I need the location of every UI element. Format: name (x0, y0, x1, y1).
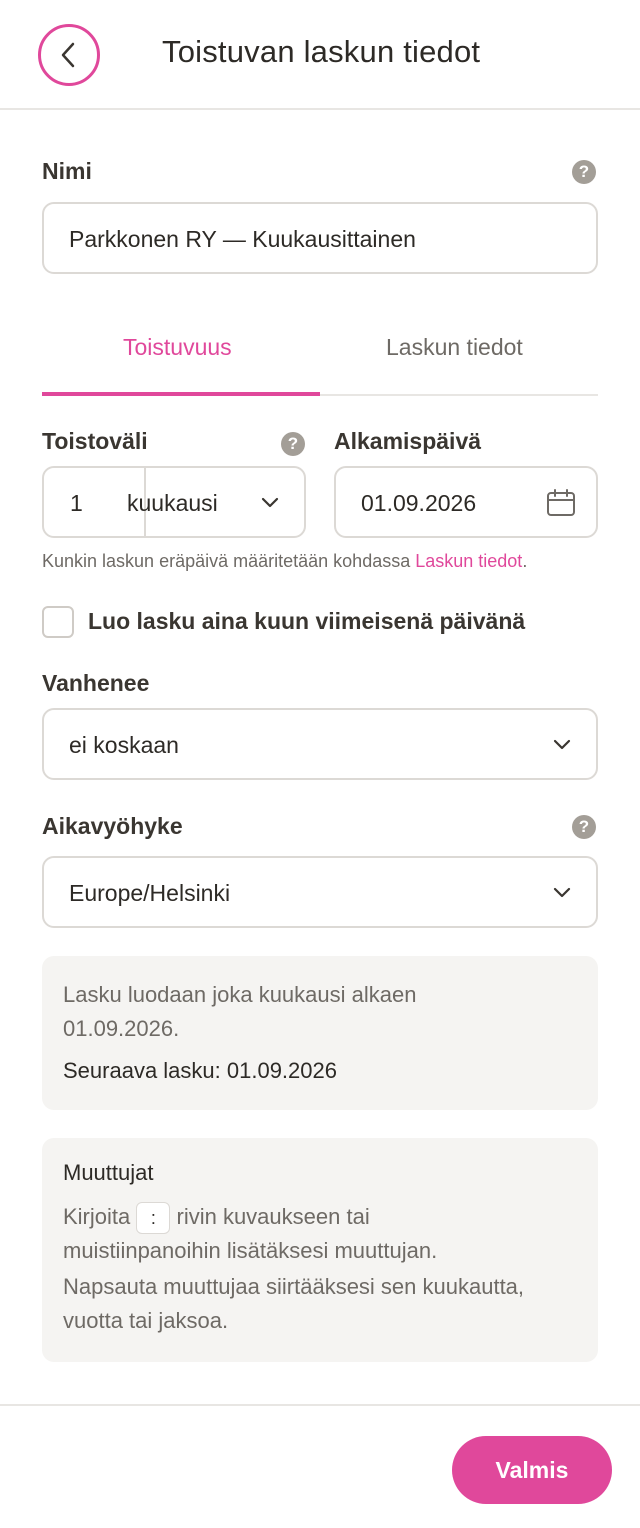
page-title: Toistuvan laskun tiedot (162, 34, 481, 69)
help-icon[interactable]: ? (572, 160, 596, 184)
timezone-value: Europe/Helsinki (69, 880, 231, 906)
back-button[interactable] (38, 24, 100, 86)
variables-line-1-pre: Kirjoita (63, 1204, 131, 1229)
start-date-label: Alkamispäivä (334, 428, 482, 454)
next-invoice-text: Seuraava lasku: 01.09.2026 (63, 1058, 337, 1083)
variables-info: Muuttujat Kirjoita : rivin kuvaukseen ta… (42, 1138, 598, 1362)
interval-unit-select[interactable]: kuukausi (127, 490, 218, 517)
tab-toistuvuus[interactable]: Toistuvuus (123, 334, 232, 361)
help-icon[interactable]: ? (572, 815, 596, 839)
laskun-tiedot-link[interactable]: Laskun tiedot (415, 551, 522, 571)
active-tab-indicator (42, 392, 320, 396)
summary-line-1: Lasku luodaan joka kuukausi alkaen (63, 982, 417, 1007)
hint-end: . (522, 551, 528, 571)
footer: Valmis (0, 1404, 640, 1528)
chevron-down-icon (553, 739, 571, 750)
hint-text: Kunkin laskun eräpäivä määritetään kohda… (42, 551, 416, 571)
variables-line-2: muistiinpanoihin lisätäksesi muuttujan. (63, 1238, 438, 1263)
tab-bar: Toistuvuus Laskun tiedot (42, 320, 598, 396)
interval-field: 1 kuukausi (42, 466, 306, 538)
variables-line-1: Kirjoita : rivin kuvaukseen tai (63, 1200, 370, 1235)
name-label: Nimi (42, 158, 92, 184)
name-input[interactable]: Parkkonen RY — Kuukausittainen (42, 202, 598, 274)
colon-key: : (136, 1202, 171, 1235)
due-date-hint: Kunkin laskun eräpäivä määritetään kohda… (42, 551, 527, 572)
chevron-left-icon (61, 42, 75, 68)
variables-line-4: vuotta tai jaksoa. (63, 1308, 229, 1333)
expires-select[interactable]: ei koskaan (42, 708, 598, 780)
done-button[interactable]: Valmis (452, 1436, 612, 1504)
expires-label: Vanhenee (42, 670, 150, 696)
chevron-down-icon (553, 887, 571, 898)
header: Toistuvan laskun tiedot (0, 0, 640, 110)
timezone-label: Aikavyöhyke (42, 813, 183, 839)
calendar-icon[interactable] (545, 488, 577, 518)
start-date-value: 01.09.2026 (361, 490, 477, 516)
last-day-label[interactable]: Luo lasku aina kuun viimeisenä päivänä (88, 608, 525, 635)
interval-label: Toistoväli (42, 428, 148, 454)
expires-value: ei koskaan (69, 732, 179, 758)
interval-count-input[interactable]: 1 (70, 490, 83, 517)
variables-title: Muuttujat (63, 1160, 154, 1185)
variables-line-3: Napsauta muuttujaa siirtääksesi sen kuuk… (63, 1274, 525, 1299)
summary-line-2: 01.09.2026. (63, 1016, 180, 1041)
start-date-input[interactable]: 01.09.2026 (334, 466, 598, 538)
name-input-value: Parkkonen RY — Kuukausittainen (69, 226, 416, 252)
tab-laskun-tiedot[interactable]: Laskun tiedot (386, 334, 523, 361)
timezone-select[interactable]: Europe/Helsinki (42, 856, 598, 928)
last-day-checkbox[interactable] (42, 606, 74, 638)
chevron-down-icon (261, 497, 279, 508)
help-icon[interactable]: ? (281, 432, 305, 456)
schedule-summary: Lasku luodaan joka kuukausi alkaen 01.09… (42, 956, 598, 1110)
variables-line-1-post: rivin kuvaukseen tai (176, 1204, 370, 1229)
